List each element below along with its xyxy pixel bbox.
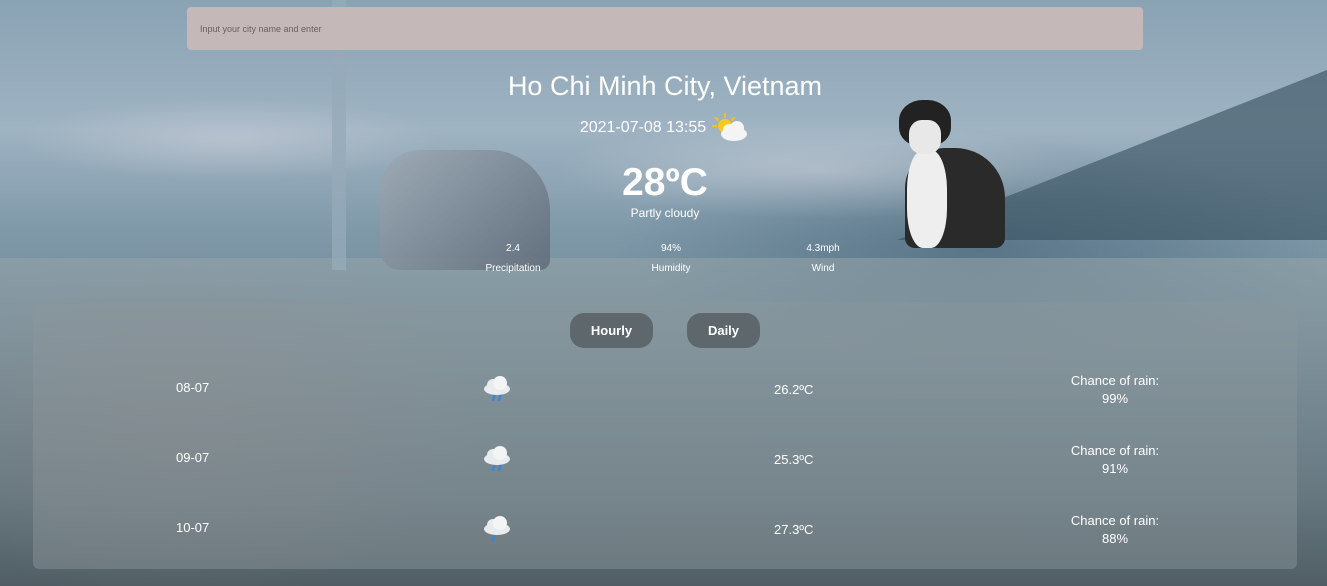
forecast-temperature: 25.3ºC (774, 452, 814, 467)
precipitation-label: Precipitation (485, 263, 541, 274)
humidity-value: 94% (660, 243, 681, 254)
precipitation-value: 2.4 (506, 243, 520, 254)
tab-daily[interactable]: Daily (687, 313, 760, 348)
current-condition: Partly cloudy (630, 206, 700, 220)
rain-chance-value: 88% (1101, 531, 1129, 546)
forecast-row: 08-07 26.2ºC Chance of rain: 99% (33, 372, 1297, 422)
rain-chance: Chance of rain: 91% (1055, 442, 1175, 478)
humidity-label: Humidity (651, 263, 691, 274)
forecast-date: 10-07 (176, 520, 210, 535)
forecast-date: 09-07 (176, 450, 210, 465)
rain-cloud-icon (481, 372, 513, 407)
forecast-panel: Hourly Daily 08-07 26.2ºC Chance of rain… (33, 302, 1297, 569)
forecast-date: 08-07 (176, 380, 210, 395)
city-search-input[interactable] (198, 22, 1132, 35)
humidity-stat: 94% Humidity (611, 243, 731, 274)
current-temperature: 28ºC (622, 161, 708, 204)
partly-cloudy-icon (712, 112, 750, 144)
rain-chance-label: Chance of rain: (1070, 443, 1160, 458)
datetime-row: 2021-07-08 13:55 (0, 112, 1327, 144)
forecast-temperature: 26.2ºC (774, 382, 814, 397)
forecast-row: 09-07 25.3ºC Chance of rain: 91% (33, 442, 1297, 492)
wind-value: 4.3mph (806, 243, 840, 254)
rain-cloud-icon (481, 512, 513, 547)
wind-label: Wind (811, 263, 835, 274)
rain-chance-label: Chance of rain: (1070, 373, 1160, 388)
rain-chance: Chance of rain: 88% (1055, 512, 1175, 548)
current-datetime: 2021-07-08 13:55 (579, 119, 707, 136)
rain-chance-value: 99% (1101, 391, 1129, 406)
rain-chance-label: Chance of rain: (1070, 513, 1160, 528)
rain-chance: Chance of rain: 99% (1055, 372, 1175, 408)
forecast-temperature: 27.3ºC (774, 522, 814, 537)
tab-hourly[interactable]: Hourly (570, 313, 653, 348)
precipitation-stat: 2.4 Precipitation (453, 243, 573, 274)
search-bar (187, 7, 1143, 50)
forecast-row: 10-07 27.3ºC Chance of rain: 88% (33, 512, 1297, 562)
rain-cloud-icon (481, 442, 513, 477)
wind-stat: 4.3mph Wind (763, 243, 883, 274)
rain-chance-value: 91% (1101, 461, 1129, 476)
location-title: Ho Chi Minh City, Vietnam (507, 71, 823, 101)
